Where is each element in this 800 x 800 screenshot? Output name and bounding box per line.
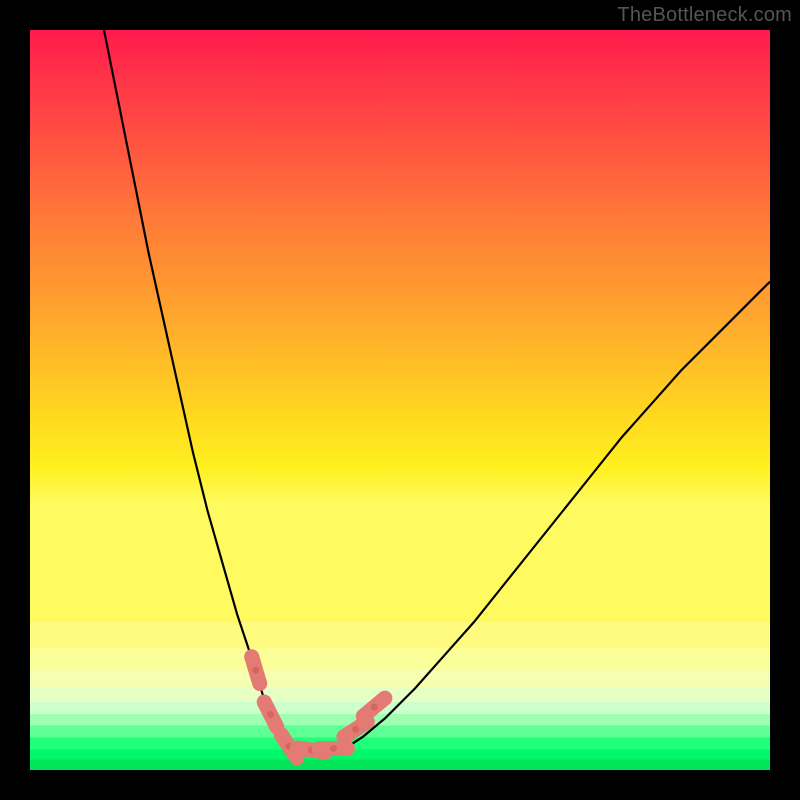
watermark-text: TheBottleneck.com [617,4,792,27]
plot-area [30,30,770,770]
background-gradient-top [30,30,770,622]
background-gradient-bottom [30,622,770,770]
chart-container: TheBottleneck.com [0,0,800,800]
